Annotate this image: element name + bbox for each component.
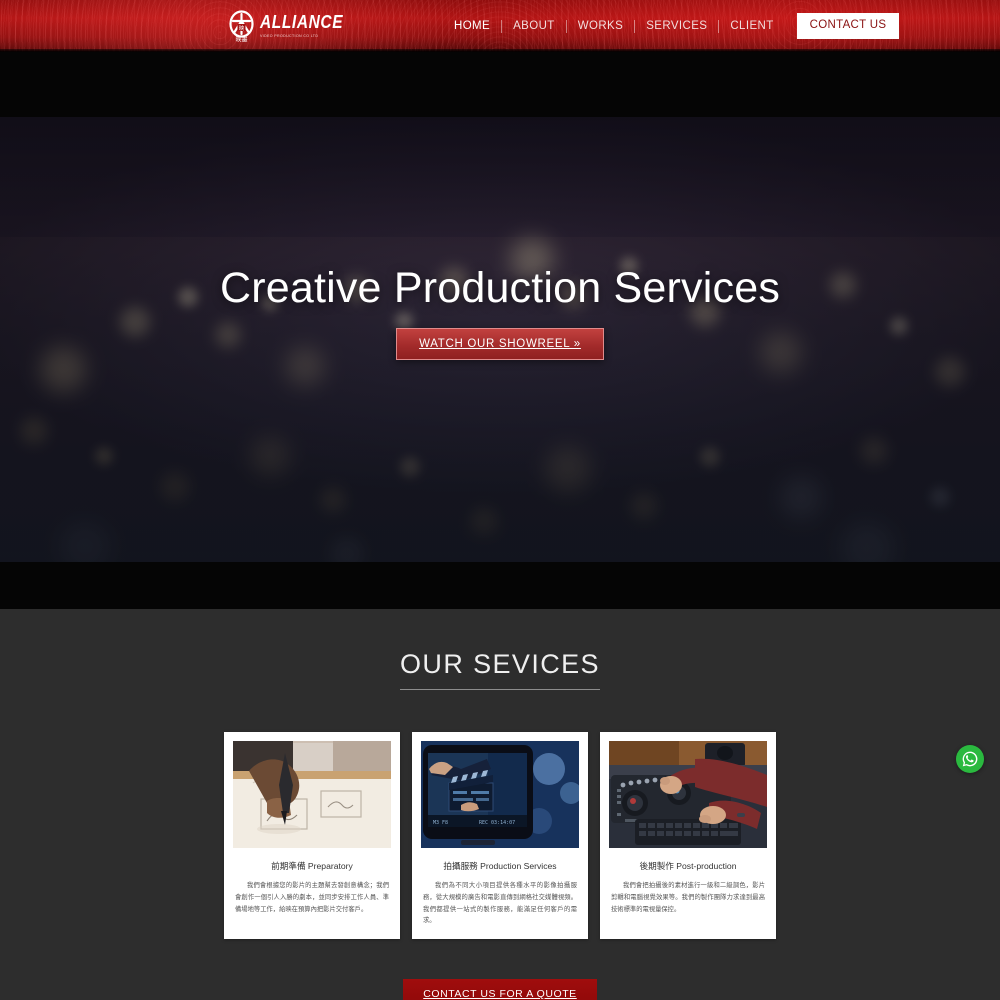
service-card-body: 我們會把拍攝後的素材進行一級和二級調色，影片剪輯和電腦視覺效果等。我們的製作團隊…	[611, 882, 765, 913]
svg-text:M3 F8: M3 F8	[433, 820, 448, 826]
watch-showreel-button[interactable]: WATCH OUR SHOWREEL »	[396, 328, 604, 361]
hero-banner: Creative Production Services WATCH OUR S…	[0, 117, 1000, 562]
nav-item-services[interactable]: SERVICES	[635, 0, 718, 52]
main-navigation: HOME ABOUT WORKS SERVICES CLIENT CONTACT…	[443, 0, 900, 52]
nav-item-home[interactable]: HOME	[443, 0, 501, 52]
service-card[interactable]: M3 F8 REC 03:14:07 拍攝服務 Production Servi…	[412, 732, 588, 939]
service-card[interactable]: 前期準備 Preparatory 我們會根據您的影片的主題幫去發創意構念；我們會…	[224, 732, 400, 939]
nav-item-client[interactable]: CLIENT	[719, 0, 784, 52]
service-card-title: 前期準備 Preparatory	[271, 861, 353, 871]
contact-for-quote-button[interactable]: CONTACT US FOR A QUOTE	[403, 978, 597, 1000]
service-card-body: 我們為不同大小項目提供各種水平的影像拍攝服務，從大規模的廣告和電影直傳到網格社交…	[423, 882, 577, 925]
service-card[interactable]: 後期製作 Post-production 我們會把拍攝後的素材進行一級和二級調色…	[600, 732, 776, 939]
svg-text:映: 映	[239, 24, 245, 32]
nav-item-works[interactable]: WORKS	[567, 0, 634, 52]
whatsapp-icon[interactable]	[956, 745, 984, 773]
service-card-title: 拍攝服務 Production Services	[443, 861, 557, 871]
site-header: 映 映畫 ALLIANCE VIDEO PRODUCTION CO LTD HO…	[0, 0, 1000, 52]
nav-item-about[interactable]: ABOUT	[502, 0, 566, 52]
brand-logo[interactable]: 映 映畫 ALLIANCE VIDEO PRODUCTION CO LTD	[228, 6, 343, 46]
alliance-emblem-icon: 映 映畫	[228, 9, 255, 43]
header-black-band	[0, 52, 1000, 117]
section-title-wrap: OUR SEVICES	[0, 649, 1000, 690]
svg-text:REC 03:14:07: REC 03:14:07	[479, 820, 515, 826]
service-card-title: 後期製作 Post-production	[639, 861, 737, 871]
quote-cta-wrap: CONTACT US FOR A QUOTE	[0, 978, 1000, 1000]
color-grading-console-photo	[609, 741, 767, 848]
storyboard-sketching-photo	[233, 741, 391, 848]
services-section: OUR SEVICES 前期準備 Preparatory 我們會根據您的影片的主…	[0, 609, 1000, 1000]
hero-content: Creative Production Services WATCH OUR S…	[0, 264, 1000, 361]
svg-text:映畫: 映畫	[235, 35, 247, 43]
hero-title: Creative Production Services	[219, 264, 781, 312]
hero-black-band	[0, 562, 1000, 609]
contact-us-button[interactable]: CONTACT US	[796, 13, 900, 39]
camera-monitor-clapperboard-photo: M3 F8 REC 03:14:07	[421, 741, 579, 848]
brand-name: ALLIANCE	[260, 12, 344, 33]
brand-tagline: VIDEO PRODUCTION CO LTD	[260, 34, 319, 39]
section-title: OUR SEVICES	[400, 649, 600, 690]
service-card-list: 前期準備 Preparatory 我們會根據您的影片的主題幫去發創意構念；我們會…	[0, 732, 1000, 939]
service-card-body: 我們會根據您的影片的主題幫去發創意構念；我們會創作一個引人入勝的劇本，並同步安排…	[235, 882, 389, 913]
